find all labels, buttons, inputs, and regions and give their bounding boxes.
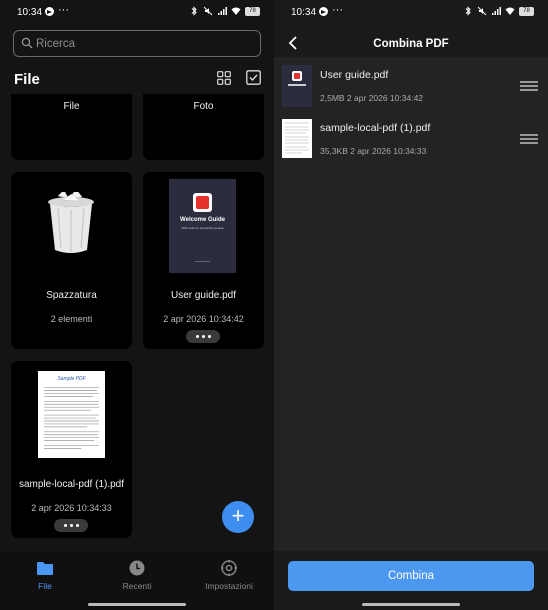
clock-icon <box>129 560 145 576</box>
nav-item-impostazioni[interactable]: Impostazioni <box>184 559 274 591</box>
pdf-thumbnail: Sample PDF <box>38 371 105 458</box>
folder-icon <box>37 562 53 575</box>
file-name: User guide.pdf <box>170 290 237 301</box>
file-row-user-guide[interactable]: User guide.pdf 2,5MB 2 apr 2026 10:34:42 <box>274 63 548 113</box>
nav-item-file[interactable]: File <box>0 559 90 591</box>
signal-icon <box>492 7 501 15</box>
select-checkbox-icon[interactable] <box>246 70 261 85</box>
nav-label: File <box>38 581 52 591</box>
search-input[interactable] <box>36 35 256 53</box>
file-name: User guide.pdf <box>320 69 389 81</box>
combine-pdf-screen: 10:34 ··· 78 Combina PDF User guide.pdf … <box>274 0 548 610</box>
gear-icon <box>221 560 237 576</box>
bluetooth-icon <box>191 6 197 16</box>
file-date: 2 apr 2026 10:34:42 <box>163 314 244 324</box>
file-meta: 35,3KB 2 apr 2026 10:34:33 <box>320 146 427 156</box>
thumbnail-title: Sample PDF <box>57 376 86 382</box>
folder-name: Foto <box>193 101 214 112</box>
mute-icon <box>203 6 213 16</box>
telegram-icon <box>319 7 328 16</box>
nav-item-recenti[interactable]: Recenti <box>92 559 182 591</box>
wifi-icon <box>505 7 515 15</box>
status-icons: 78 <box>463 6 534 16</box>
thumbnail-subtitle: PDF tools for productive people <box>181 226 224 230</box>
more-notifications-icon: ··· <box>58 4 69 16</box>
grid-view-icon[interactable] <box>217 71 231 85</box>
item-count: 2 elementi <box>50 314 93 324</box>
trash-card[interactable]: Spazzatura 2 elementi <box>11 172 132 349</box>
thumbnail-title: Welcome Guide <box>180 217 225 223</box>
wifi-icon <box>231 7 241 15</box>
text-lines-decoration <box>43 387 100 449</box>
telegram-icon <box>45 7 54 16</box>
battery-icon: 78 <box>519 6 534 16</box>
search-bar[interactable] <box>13 30 261 57</box>
bottom-navigation: File Recenti Impostazioni <box>0 551 274 610</box>
file-meta: 2,5MB 2 apr 2026 10:34:42 <box>320 93 424 103</box>
ilovepdf-logo-icon <box>193 193 212 212</box>
more-options-button[interactable] <box>186 330 220 343</box>
page-title: Combina PDF <box>373 38 449 50</box>
status-bar: 10:34 ··· 78 <box>0 0 274 24</box>
file-row-sample-pdf[interactable]: sample-local-pdf (1).pdf 35,3KB 2 apr 20… <box>274 116 548 166</box>
file-card-user-guide[interactable]: Welcome Guide PDF tools for productive p… <box>143 172 264 349</box>
file-card-sample-pdf[interactable]: Sample PDF sample-local-pdf (1).pdf 2 ap… <box>11 361 132 538</box>
search-icon <box>21 37 33 49</box>
nav-label: Recenti <box>122 581 152 591</box>
ilovepdf-logo-icon <box>292 71 302 81</box>
nav-label: Impostazioni <box>205 581 253 591</box>
bluetooth-icon <box>465 6 471 16</box>
folder-name: File <box>63 101 80 112</box>
pdf-thumbnail <box>282 65 312 107</box>
status-time: 10:34 <box>17 7 43 18</box>
file-name: sample-local-pdf (1).pdf <box>320 122 431 134</box>
status-icons: 78 <box>189 6 260 16</box>
signal-icon <box>218 7 227 15</box>
status-bar: 10:34 ··· 78 <box>274 0 548 24</box>
folder-name: Spazzatura <box>46 290 97 301</box>
folder-card-file[interactable]: File <box>11 94 132 160</box>
page-title: File <box>14 71 40 88</box>
more-options-button[interactable] <box>54 519 88 532</box>
drag-handle-icon[interactable] <box>520 133 538 145</box>
status-time: 10:34 <box>291 7 317 18</box>
drag-handle-icon[interactable] <box>520 80 538 92</box>
home-indicator[interactable] <box>88 603 186 606</box>
home-indicator[interactable] <box>362 603 460 606</box>
add-button[interactable]: + <box>222 501 254 533</box>
top-bar: 10:34 ··· 78 Combina PDF <box>274 0 548 57</box>
folder-card-foto[interactable]: Foto <box>143 94 264 160</box>
pdf-thumbnail <box>282 119 312 158</box>
file-browser-screen: 10:34 ··· 78 File File Foto <box>0 0 274 610</box>
trash-bin-icon <box>48 192 94 253</box>
more-notifications-icon: ··· <box>332 4 343 16</box>
text-lines-decoration <box>285 122 309 154</box>
pdf-thumbnail: Welcome Guide PDF tools for productive p… <box>169 179 236 273</box>
combine-button[interactable]: Combina <box>288 561 534 591</box>
file-name: sample-local-pdf (1).pdf <box>18 479 125 490</box>
file-date: 2 apr 2026 10:34:33 <box>31 503 112 513</box>
bottom-action-bar: Combina <box>274 551 548 610</box>
battery-icon: 78 <box>245 6 260 16</box>
mute-icon <box>477 6 487 16</box>
